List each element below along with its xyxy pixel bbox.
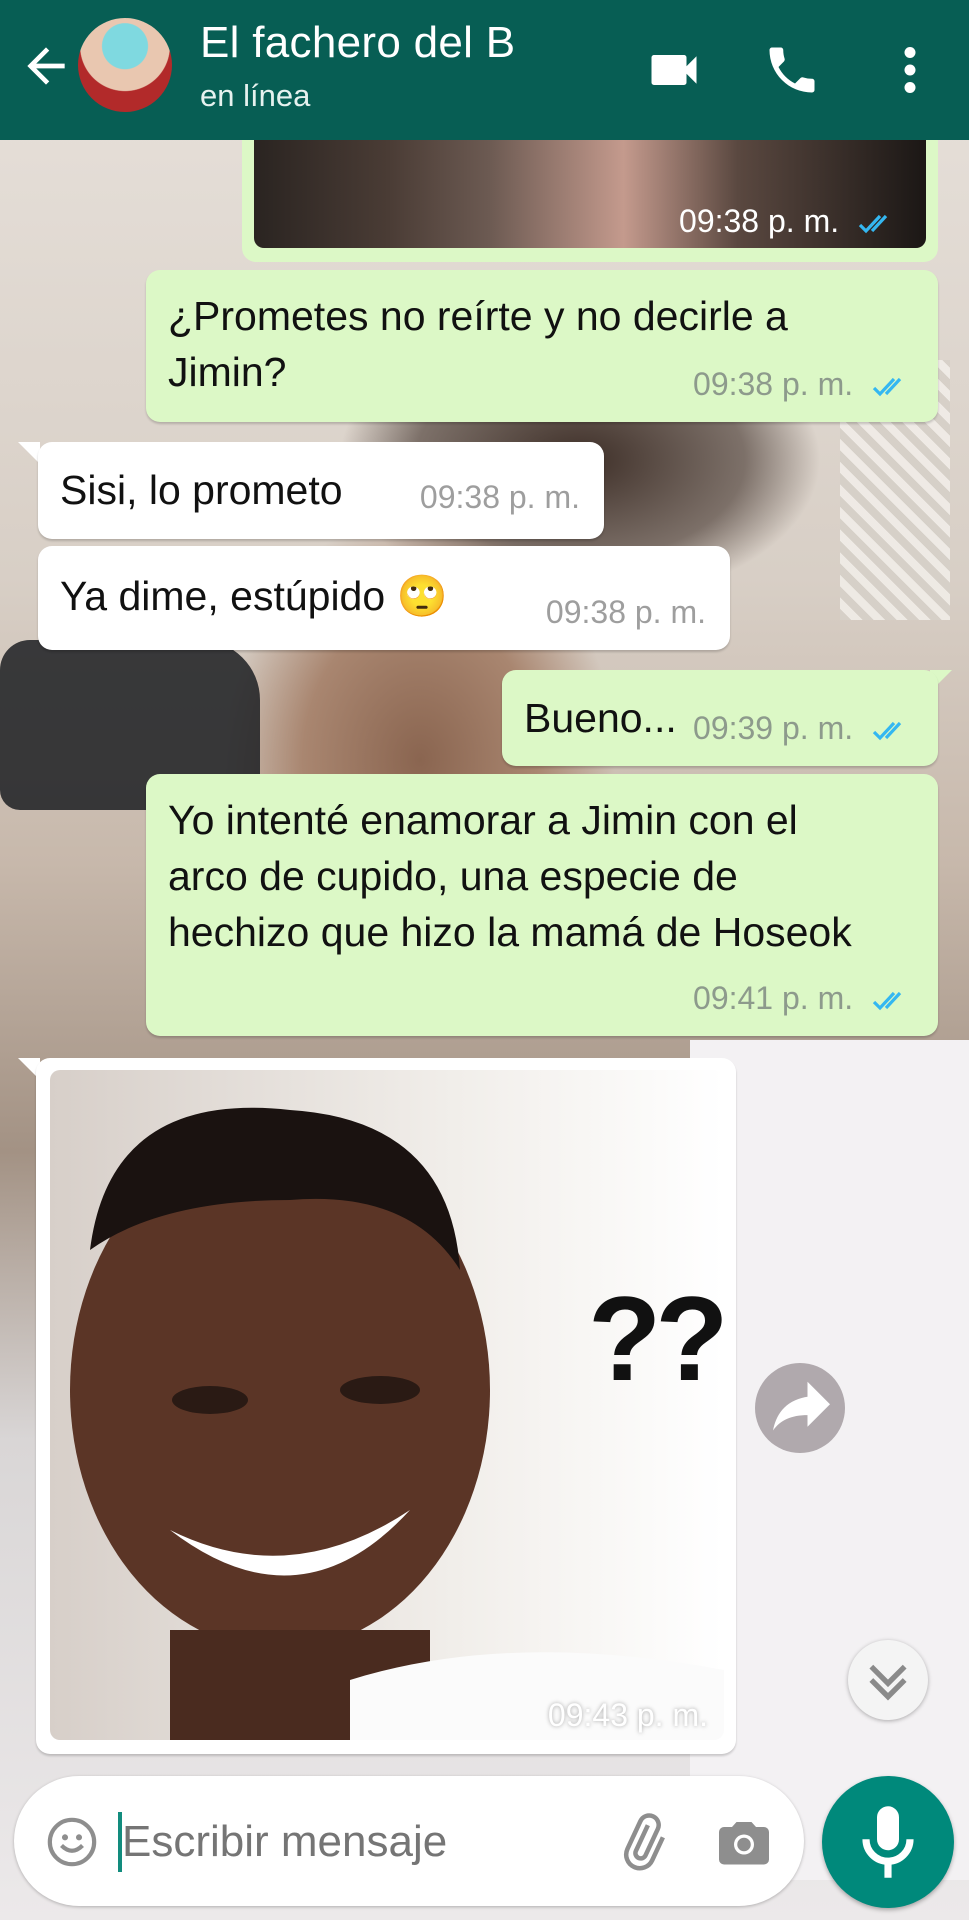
camera-icon[interactable] — [714, 1812, 774, 1872]
message-bubble-outgoing[interactable]: Yo intenté enamorar a Jimin con el arco … — [146, 774, 938, 1036]
chevron-double-down-icon — [869, 1664, 907, 1701]
double-check-read-icon — [858, 214, 888, 233]
message-text: Yo intenté enamorar a Jimin con el arco … — [168, 797, 852, 955]
message-image-outgoing[interactable]: 09:38 p. m. — [242, 140, 938, 262]
message-time: 09:38 p. m. — [419, 479, 580, 515]
forward-button[interactable] — [755, 1363, 845, 1453]
message-input[interactable] — [122, 1812, 602, 1872]
message-time: 09:38 p. m. — [693, 356, 916, 412]
message-time: 09:38 p. m. — [545, 594, 706, 630]
contact-status: en línea — [200, 78, 311, 113]
message-text: Sisi, lo prometo — [60, 467, 343, 513]
message-text: Ya dime, estúpido 🙄 — [60, 573, 448, 619]
message-time: 09:38 p. m. — [679, 203, 902, 240]
phone-icon[interactable] — [762, 40, 822, 100]
message-bubble-outgoing[interactable]: ¿Prometes no reírte y no decirle a Jimin… — [146, 270, 938, 422]
message-time: 09:43 p. m. — [547, 1697, 708, 1733]
scroll-to-bottom-button[interactable] — [848, 1640, 928, 1720]
message-time: 09:39 p. m. — [693, 700, 916, 756]
message-time-text: 09:39 p. m. — [693, 710, 854, 746]
bubble-tail — [18, 442, 40, 464]
contact-name[interactable]: El fachero del B — [200, 18, 515, 68]
message-bubble-incoming[interactable]: Sisi, lo prometo 09:38 p. m. — [38, 442, 604, 539]
message-time-text: 09:38 p. m. — [693, 366, 854, 402]
message-bubble-outgoing[interactable]: Bueno... 09:39 p. m. — [502, 670, 938, 766]
message-time: 09:41 p. m. — [693, 970, 916, 1026]
message-text: Bueno... — [524, 695, 677, 741]
meme-question-marks: ??? — [588, 1272, 724, 1406]
message-bubble-incoming[interactable]: Ya dime, estúpido 🙄 09:38 p. m. — [38, 546, 730, 650]
more-vertical-icon[interactable] — [880, 40, 940, 100]
message-composer — [14, 1776, 804, 1906]
double-check-read-icon — [872, 991, 902, 1010]
forward-arrow-icon — [773, 1381, 830, 1431]
double-check-read-icon — [872, 377, 902, 396]
avatar[interactable] — [78, 18, 172, 112]
microphone-icon — [862, 1806, 914, 1878]
arrow-left-icon[interactable] — [18, 38, 74, 94]
meme-photo[interactable]: ??? — [50, 1070, 724, 1740]
emoji-icon[interactable] — [44, 1814, 100, 1870]
message-image-incoming[interactable]: ??? 09:43 p. m. — [36, 1058, 736, 1754]
chat-header: El fachero del B en línea — [0, 0, 969, 140]
voice-record-button[interactable] — [822, 1776, 954, 1908]
video-camera-icon[interactable] — [644, 40, 704, 100]
double-check-read-icon — [872, 721, 902, 740]
message-time-text: 09:38 p. m. — [679, 203, 840, 239]
message-time-text: 09:41 p. m. — [693, 980, 854, 1016]
paperclip-icon[interactable] — [612, 1812, 672, 1872]
